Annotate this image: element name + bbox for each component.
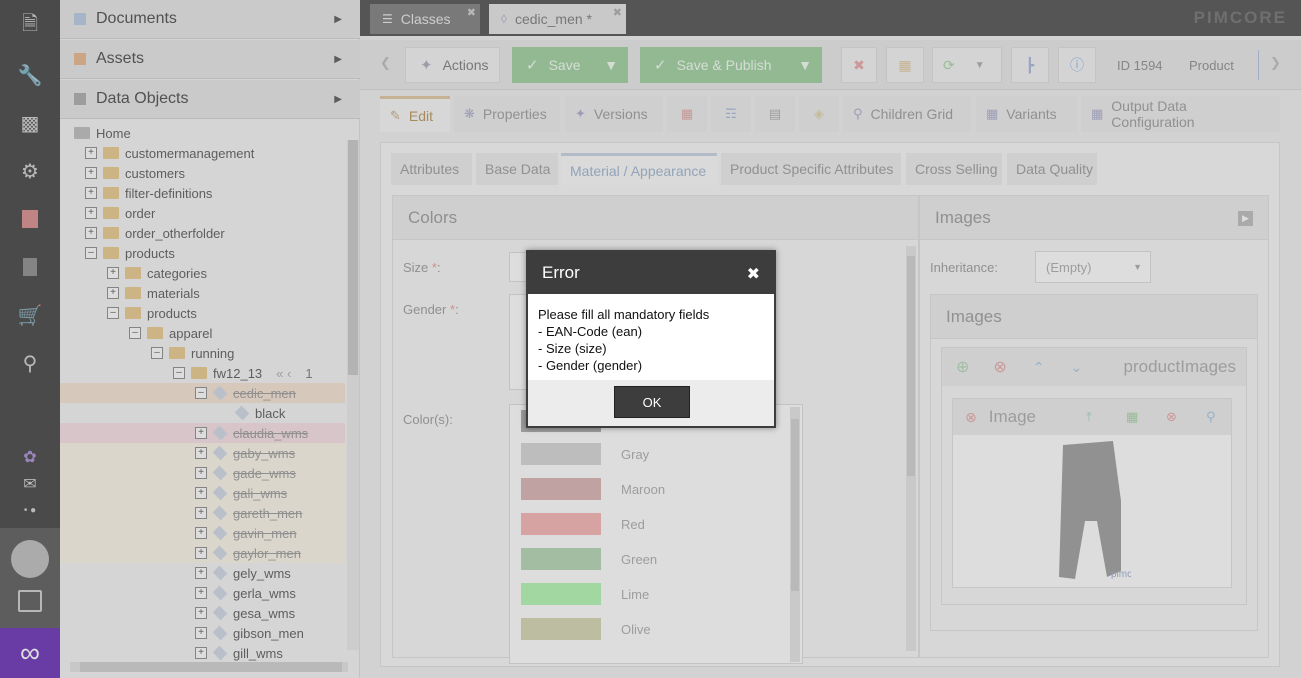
error-dialog: Error ✖ Please fill all mandatory fields… — [526, 250, 776, 428]
message-line: - Size (size) — [538, 341, 607, 356]
ok-button[interactable]: OK — [614, 386, 690, 418]
message-line: - EAN-Code (ean) — [538, 324, 643, 339]
dialog-title: Error — [542, 263, 580, 282]
message-line: - Gender (gender) — [538, 358, 643, 373]
dialog-footer: OK — [528, 380, 774, 426]
message-line: Please fill all mandatory fields — [538, 307, 710, 322]
close-icon[interactable]: ✖ — [747, 264, 760, 284]
dialog-header: Error — [528, 252, 774, 294]
dialog-message: Please fill all mandatory fields - EAN-C… — [538, 306, 709, 374]
